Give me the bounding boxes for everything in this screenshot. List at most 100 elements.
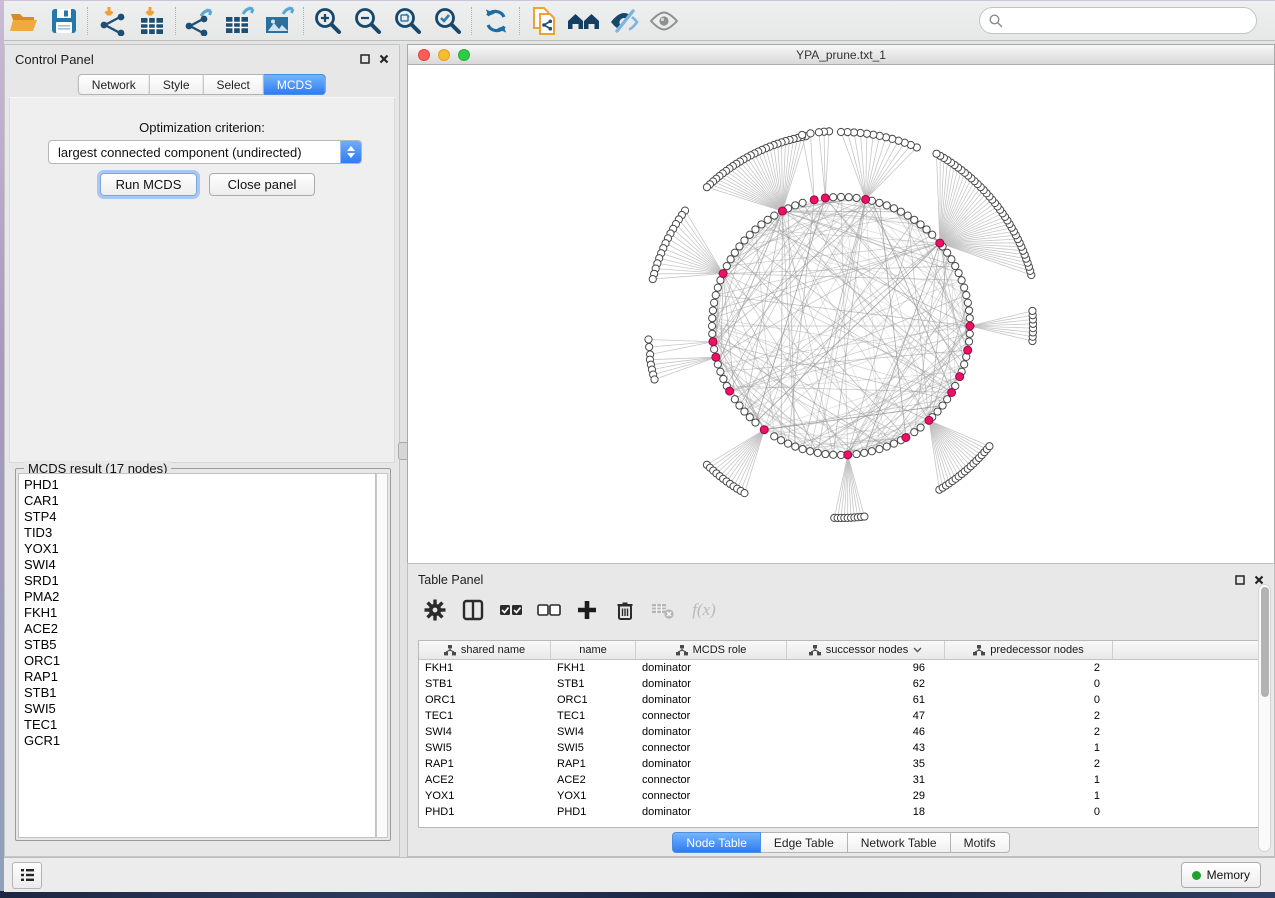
- table-row[interactable]: TEC1TEC1connector472: [419, 708, 1266, 724]
- table-cell[interactable]: dominator: [636, 676, 787, 692]
- import-table-button[interactable]: [132, 4, 172, 38]
- float-panel-icon[interactable]: [1235, 575, 1245, 585]
- select-all-button[interactable]: [492, 593, 530, 627]
- network-node[interactable]: [712, 353, 720, 361]
- network-node[interactable]: [952, 262, 959, 269]
- table-cell[interactable]: 47: [787, 708, 945, 724]
- network-node[interactable]: [917, 221, 924, 228]
- network-node[interactable]: [904, 212, 911, 219]
- network-node[interactable]: [934, 408, 941, 415]
- network-node[interactable]: [731, 396, 738, 403]
- search-input[interactable]: [1009, 13, 1256, 29]
- network-node[interactable]: [764, 216, 771, 223]
- unselect-all-button[interactable]: [530, 593, 568, 627]
- optimization-criterion-select[interactable]: largest connected component (undirected): [48, 140, 362, 164]
- network-node[interactable]: [853, 194, 860, 201]
- network-node[interactable]: [709, 338, 717, 346]
- network-node[interactable]: [752, 419, 759, 426]
- network-node[interactable]: [708, 322, 715, 329]
- network-node[interactable]: [703, 184, 710, 191]
- column-header-name[interactable]: name: [551, 641, 636, 659]
- network-node[interactable]: [746, 414, 753, 421]
- network-node[interactable]: [799, 446, 806, 453]
- network-node[interactable]: [944, 396, 951, 403]
- network-node[interactable]: [948, 388, 956, 396]
- table-row[interactable]: STB1STB1dominator620: [419, 676, 1266, 692]
- network-node[interactable]: [814, 449, 821, 456]
- network-node[interactable]: [712, 292, 719, 299]
- network-node[interactable]: [714, 284, 721, 291]
- mcds-result-item[interactable]: YOX1: [24, 541, 375, 557]
- table-cell[interactable]: dominator: [636, 724, 787, 740]
- column-header-shared-name[interactable]: shared name: [419, 641, 551, 659]
- add-row-button[interactable]: [568, 593, 606, 627]
- table-cell[interactable]: 46: [787, 724, 945, 740]
- network-node[interactable]: [911, 429, 918, 436]
- save-session-button[interactable]: [44, 4, 84, 38]
- network-node[interactable]: [876, 199, 883, 206]
- table-cell[interactable]: YOX1: [419, 788, 551, 804]
- column-header-predecessor-nodes[interactable]: predecessor nodes: [945, 641, 1113, 659]
- network-node[interactable]: [771, 433, 778, 440]
- network-node[interactable]: [821, 194, 829, 202]
- network-node[interactable]: [726, 387, 734, 395]
- network-node[interactable]: [961, 361, 968, 368]
- table-cell[interactable]: PHD1: [419, 804, 551, 820]
- table-cell[interactable]: SWI4: [551, 724, 636, 740]
- zoom-in-button[interactable]: [308, 4, 348, 38]
- network-node[interactable]: [792, 202, 799, 209]
- table-cell[interactable]: TEC1: [551, 708, 636, 724]
- table-row[interactable]: SWI4SWI4dominator462: [419, 724, 1266, 740]
- tab-motifs[interactable]: Motifs: [951, 832, 1010, 853]
- network-node[interactable]: [720, 375, 727, 382]
- network-canvas[interactable]: [408, 65, 1274, 563]
- network-node[interactable]: [711, 346, 718, 353]
- network-node[interactable]: [963, 292, 970, 299]
- network-node[interactable]: [890, 205, 897, 212]
- network-node[interactable]: [861, 449, 868, 456]
- network-node[interactable]: [741, 490, 748, 497]
- table-cell[interactable]: connector: [636, 740, 787, 756]
- first-neighbors-button[interactable]: [564, 4, 604, 38]
- zoom-out-button[interactable]: [348, 4, 388, 38]
- task-history-button[interactable]: [12, 862, 42, 889]
- network-node[interactable]: [933, 150, 940, 157]
- tab-network-table[interactable]: Network Table: [848, 832, 951, 853]
- network-node[interactable]: [736, 402, 743, 409]
- network-node[interactable]: [925, 416, 933, 424]
- network-node[interactable]: [986, 443, 993, 450]
- table-row[interactable]: RAP1RAP1dominator352: [419, 756, 1266, 772]
- table-cell[interactable]: connector: [636, 788, 787, 804]
- table-cell[interactable]: 2: [945, 756, 1113, 772]
- table-cell[interactable]: dominator: [636, 660, 787, 676]
- network-node[interactable]: [837, 193, 844, 200]
- vertical-splitter[interactable]: [400, 44, 407, 857]
- hide-selected-button[interactable]: [604, 4, 644, 38]
- network-node[interactable]: [917, 424, 924, 431]
- network-node[interactable]: [965, 307, 972, 314]
- table-cell[interactable]: PHD1: [551, 804, 636, 820]
- table-cell[interactable]: ORC1: [419, 692, 551, 708]
- mcds-result-item[interactable]: PHD1: [24, 477, 375, 493]
- network-node[interactable]: [714, 361, 721, 368]
- column-header-MCDS-role[interactable]: MCDS role: [636, 641, 787, 659]
- tab-edge-table[interactable]: Edge Table: [761, 832, 848, 853]
- network-node[interactable]: [911, 216, 918, 223]
- network-node[interactable]: [897, 208, 904, 215]
- table-row[interactable]: YOX1YOX1connector291: [419, 788, 1266, 804]
- network-node[interactable]: [966, 315, 973, 322]
- mcds-result-item[interactable]: PMA2: [24, 589, 375, 605]
- network-node[interactable]: [731, 249, 738, 256]
- network-node[interactable]: [799, 199, 806, 206]
- table-cell[interactable]: 2: [945, 708, 1113, 724]
- table-cell[interactable]: SWI4: [419, 724, 551, 740]
- table-cell[interactable]: FKH1: [419, 660, 551, 676]
- table-cell[interactable]: connector: [636, 708, 787, 724]
- network-node[interactable]: [711, 299, 718, 306]
- table-row[interactable]: SWI5SWI5connector431: [419, 740, 1266, 756]
- show-all-button[interactable]: [644, 4, 684, 38]
- network-node[interactable]: [771, 212, 778, 219]
- network-node[interactable]: [883, 202, 890, 209]
- table-cell[interactable]: 1: [945, 740, 1113, 756]
- table-cell[interactable]: 2: [945, 724, 1113, 740]
